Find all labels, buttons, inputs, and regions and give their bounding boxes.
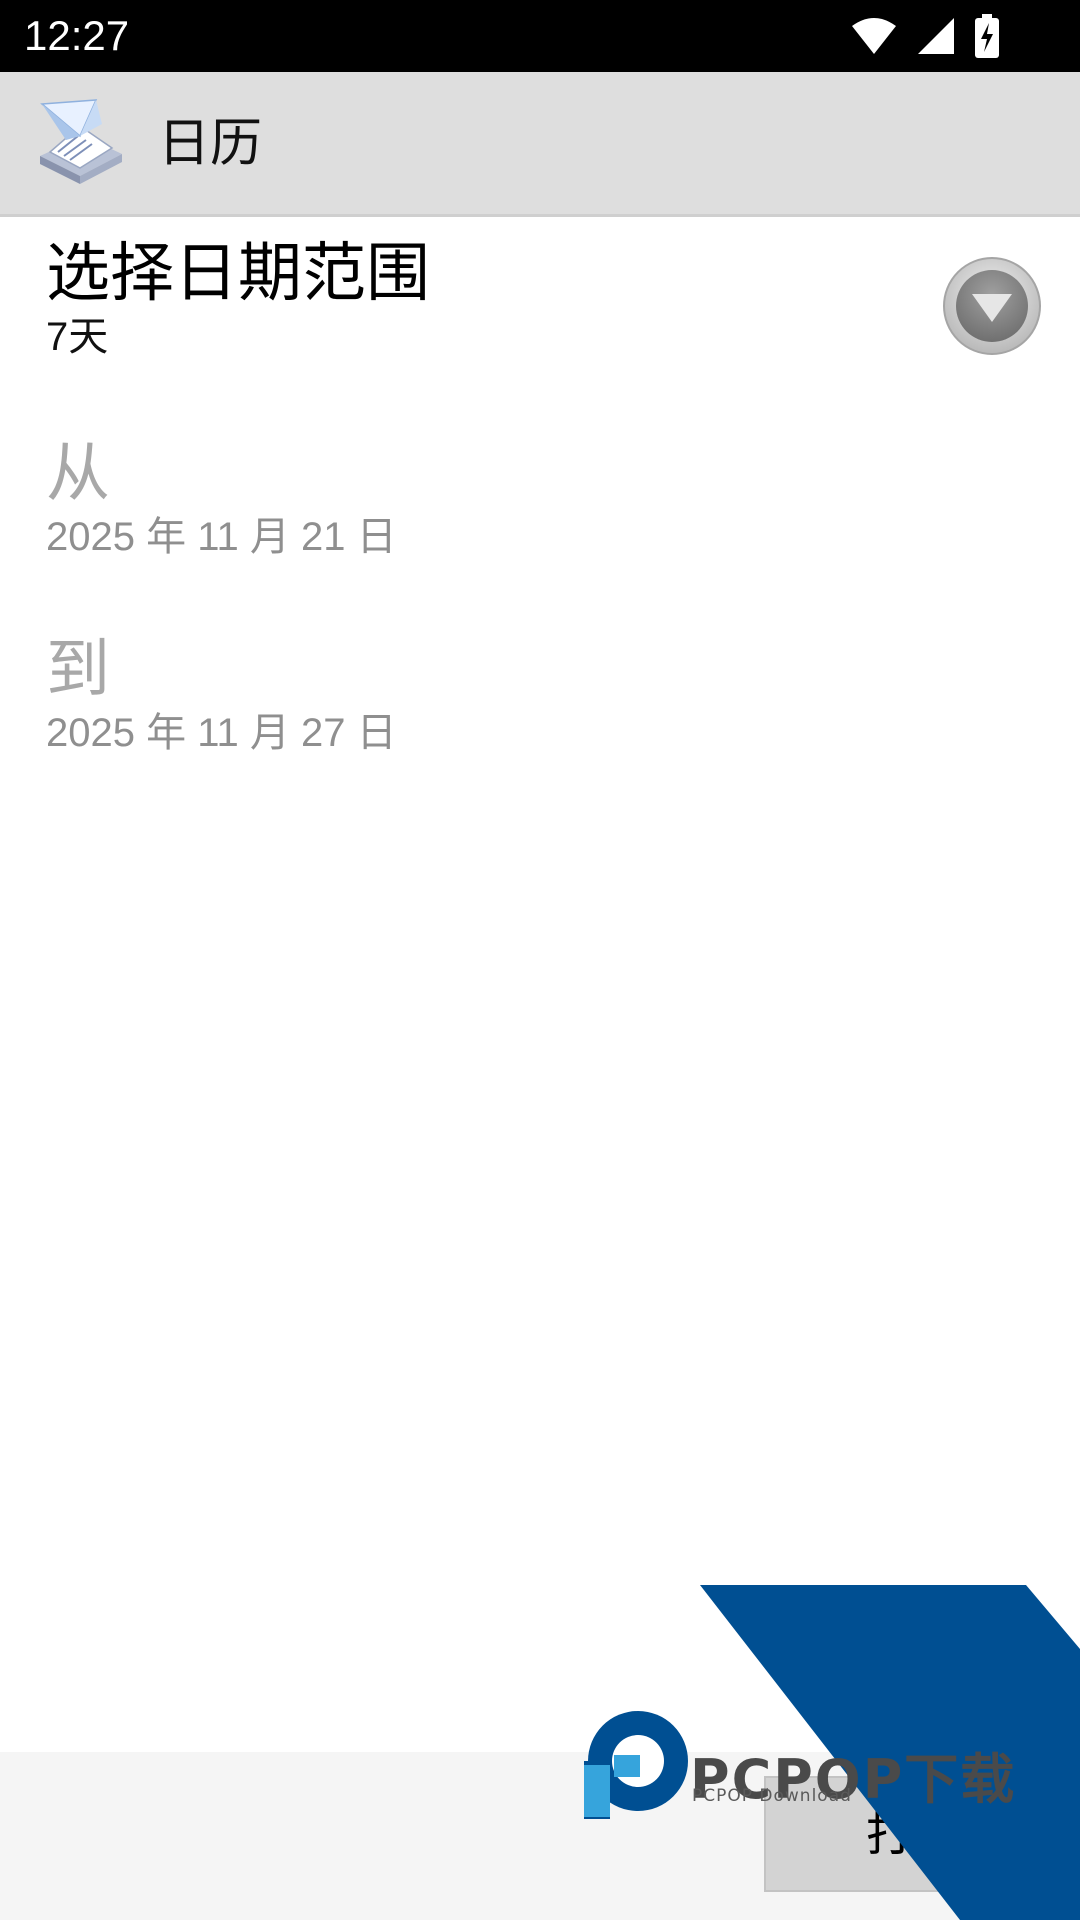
to-row: 到 2025 年 11 月 27 日	[46, 632, 1046, 758]
status-time: 12:27	[24, 12, 130, 59]
battery-charging-icon	[975, 14, 999, 58]
screen: 12:27 日历 选择日期范围 7天 从 2025 年 11 月 21 日 到 …	[0, 0, 1080, 1920]
from-row: 从 2025 年 11 月 21 日	[46, 436, 1046, 562]
signal-icon	[918, 18, 954, 54]
app-title: 日历	[158, 114, 263, 174]
date-range-value: 7天	[46, 315, 109, 359]
wifi-icon	[852, 18, 896, 54]
status-bar: 12:27	[0, 0, 1080, 72]
printer-paper-icon	[40, 99, 122, 184]
to-date: 2025 年 11 月 27 日	[46, 711, 397, 755]
status-icons	[850, 14, 1000, 58]
watermark-sub: PCPOP Download	[692, 1786, 852, 1806]
from-label: 从	[46, 437, 110, 511]
date-range-title: 选择日期范围	[46, 237, 430, 311]
date-range-row[interactable]: 选择日期范围 7天	[46, 236, 1046, 362]
to-label: 到	[46, 633, 110, 707]
from-date: 2025 年 11 月 21 日	[46, 515, 397, 559]
dropdown-circle-icon[interactable]	[942, 256, 1042, 356]
app-bar: 日历	[0, 72, 1080, 217]
